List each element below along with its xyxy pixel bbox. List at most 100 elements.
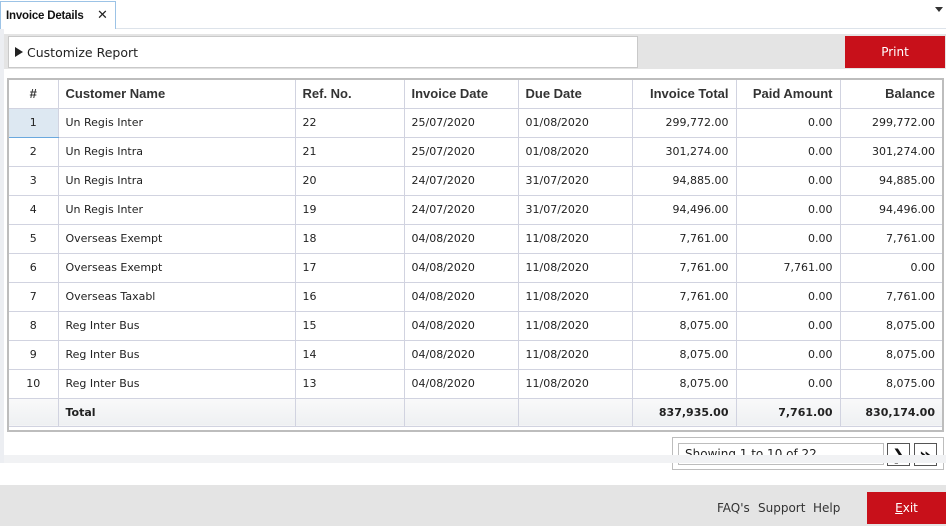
balance-cell[interactable]: 7,761.00 (839, 281, 942, 312)
customer-name-cell[interactable]: Overseas Taxabl (57, 281, 296, 312)
ref-no-cell[interactable]: 18 (294, 223, 405, 254)
row-index-cell[interactable]: 3 (9, 165, 59, 196)
due-date-cell[interactable]: 11/08/2020 (517, 252, 633, 283)
invoice-date-cell[interactable]: 04/08/2020 (403, 281, 519, 312)
paid-amount-cell[interactable]: 0.00 (735, 165, 841, 196)
paid-amount-cell[interactable]: 0.00 (735, 136, 841, 167)
table-row[interactable]: 3 Un Regis Intra 20 24/07/2020 31/07/2020 94,… (9, 165, 942, 196)
paid-amount-cell[interactable]: 0.00 (735, 339, 841, 370)
customer-name-cell[interactable]: Un Regis Intra (57, 165, 296, 196)
customer-name-cell[interactable]: Reg Inter Bus (57, 339, 296, 370)
paid-amount-cell[interactable]: 7,761.00 (735, 252, 841, 283)
invoice-date-cell[interactable]: 04/08/2020 (403, 252, 519, 283)
balance-cell[interactable]: 0.00 (839, 252, 942, 283)
table-row[interactable]: 7 Overseas Taxabl 16 04/08/2020 11/08/2020 7,… (9, 281, 942, 312)
due-date-cell[interactable]: 11/08/2020 (517, 281, 633, 312)
column-header-ref-no[interactable]: Ref. No. (294, 80, 405, 109)
paid-amount-cell[interactable]: 0.00 (735, 310, 841, 341)
invoice-total-cell[interactable]: 8,075.00 (631, 368, 737, 399)
support-link[interactable]: Support (758, 501, 805, 515)
print-button[interactable]: Print (845, 36, 945, 68)
balance-cell[interactable]: 7,761.00 (839, 223, 942, 254)
row-index-cell[interactable]: 5 (9, 223, 59, 254)
row-index-cell[interactable]: 2 (9, 136, 59, 167)
column-header-customer-name[interactable]: Customer Name (57, 80, 296, 109)
ref-no-cell[interactable]: 21 (294, 136, 405, 167)
paid-amount-cell[interactable]: 0.00 (735, 368, 841, 399)
row-index-cell[interactable]: 4 (9, 194, 59, 225)
paid-amount-cell[interactable]: 0.00 (735, 194, 841, 225)
ref-no-cell[interactable]: 17 (294, 252, 405, 283)
balance-cell[interactable]: 8,075.00 (839, 339, 942, 370)
customer-name-cell[interactable]: Un Regis Intra (57, 136, 296, 167)
invoice-total-cell[interactable]: 301,274.00 (631, 136, 737, 167)
due-date-cell[interactable]: 01/08/2020 (517, 136, 633, 167)
table-row[interactable]: 5 Overseas Exempt 18 04/08/2020 11/08/2020 7,… (9, 223, 942, 254)
row-index-cell[interactable]: 8 (9, 310, 59, 341)
invoice-total-cell[interactable]: 8,075.00 (631, 310, 737, 341)
tab-invoice-details[interactable]: Invoice Details ✕ (0, 1, 116, 29)
row-index-cell[interactable]: 10 (9, 368, 59, 399)
invoice-date-cell[interactable]: 04/08/2020 (403, 223, 519, 254)
row-index-cell[interactable]: 6 (9, 252, 59, 283)
table-row[interactable]: 10 Reg Inter Bus 13 04/08/2020 11/08/2020 8,0… (9, 368, 942, 399)
invoice-total-cell[interactable]: 8,075.00 (631, 339, 737, 370)
invoice-total-cell[interactable]: 7,761.00 (631, 223, 737, 254)
ref-no-cell[interactable]: 22 (294, 107, 405, 138)
due-date-cell[interactable]: 11/08/2020 (517, 368, 633, 399)
invoice-date-cell[interactable]: 25/07/2020 (403, 107, 519, 138)
due-date-cell[interactable]: 31/07/2020 (517, 194, 633, 225)
ref-no-cell[interactable]: 19 (294, 194, 405, 225)
ref-no-cell[interactable]: 13 (294, 368, 405, 399)
balance-cell[interactable]: 94,885.00 (839, 165, 942, 196)
exit-button[interactable]: Exit (867, 492, 946, 524)
column-header-invoice-total[interactable]: Invoice Total (631, 80, 737, 109)
customer-name-cell[interactable]: Un Regis Inter (57, 194, 296, 225)
help-link[interactable]: Help (813, 501, 840, 515)
due-date-cell[interactable]: 11/08/2020 (517, 223, 633, 254)
dropdown-arrow-icon[interactable] (935, 7, 943, 12)
row-index-cell[interactable]: 1 (9, 107, 59, 138)
balance-cell[interactable]: 299,772.00 (839, 107, 942, 138)
customer-name-cell[interactable]: Overseas Exempt (57, 223, 296, 254)
invoice-date-cell[interactable]: 24/07/2020 (403, 194, 519, 225)
column-header-paid-amount[interactable]: Paid Amount (735, 80, 841, 109)
column-header-index[interactable]: # (9, 80, 59, 109)
column-header-due-date[interactable]: Due Date (517, 80, 633, 109)
customer-name-cell[interactable]: Reg Inter Bus (57, 310, 296, 341)
invoice-total-cell[interactable]: 7,761.00 (631, 281, 737, 312)
invoice-total-cell[interactable]: 299,772.00 (631, 107, 737, 138)
invoice-date-cell[interactable]: 04/08/2020 (403, 339, 519, 370)
table-row[interactable]: 8 Reg Inter Bus 15 04/08/2020 11/08/2020 8,07… (9, 310, 942, 341)
table-row[interactable]: 4 Un Regis Inter 19 24/07/2020 31/07/2020 94,… (9, 194, 942, 225)
balance-cell[interactable]: 8,075.00 (839, 368, 942, 399)
ref-no-cell[interactable]: 16 (294, 281, 405, 312)
row-index-cell[interactable]: 9 (9, 339, 59, 370)
table-row[interactable]: 1 Un Regis Inter 22 25/07/2020 01/08/2020 299… (9, 107, 942, 138)
due-date-cell[interactable]: 11/08/2020 (517, 310, 633, 341)
due-date-cell[interactable]: 11/08/2020 (517, 339, 633, 370)
invoice-date-cell[interactable]: 25/07/2020 (403, 136, 519, 167)
balance-cell[interactable]: 8,075.00 (839, 310, 942, 341)
table-row[interactable]: 6 Overseas Exempt 17 04/08/2020 11/08/2020 7,… (9, 252, 942, 283)
table-row[interactable]: 9 Reg Inter Bus 14 04/08/2020 11/08/2020 8,07… (9, 339, 942, 370)
ref-no-cell[interactable]: 15 (294, 310, 405, 341)
column-header-balance[interactable]: Balance (839, 80, 942, 109)
customer-name-cell[interactable]: Overseas Exempt (57, 252, 296, 283)
invoice-total-cell[interactable]: 7,761.00 (631, 252, 737, 283)
paid-amount-cell[interactable]: 0.00 (735, 107, 841, 138)
customize-report-toggle[interactable]: Customize Report (8, 36, 638, 68)
faq-link[interactable]: FAQ's (717, 501, 750, 515)
invoice-date-cell[interactable]: 04/08/2020 (403, 310, 519, 341)
invoice-total-cell[interactable]: 94,885.00 (631, 165, 737, 196)
balance-cell[interactable]: 301,274.00 (839, 136, 942, 167)
ref-no-cell[interactable]: 14 (294, 339, 405, 370)
close-icon[interactable]: ✕ (97, 8, 108, 23)
due-date-cell[interactable]: 01/08/2020 (517, 107, 633, 138)
due-date-cell[interactable]: 31/07/2020 (517, 165, 633, 196)
paid-amount-cell[interactable]: 0.00 (735, 223, 841, 254)
table-row[interactable]: 2 Un Regis Intra 21 25/07/2020 01/08/2020 301… (9, 136, 942, 167)
column-header-invoice-date[interactable]: Invoice Date (403, 80, 519, 109)
balance-cell[interactable]: 94,496.00 (839, 194, 942, 225)
invoice-date-cell[interactable]: 24/07/2020 (403, 165, 519, 196)
